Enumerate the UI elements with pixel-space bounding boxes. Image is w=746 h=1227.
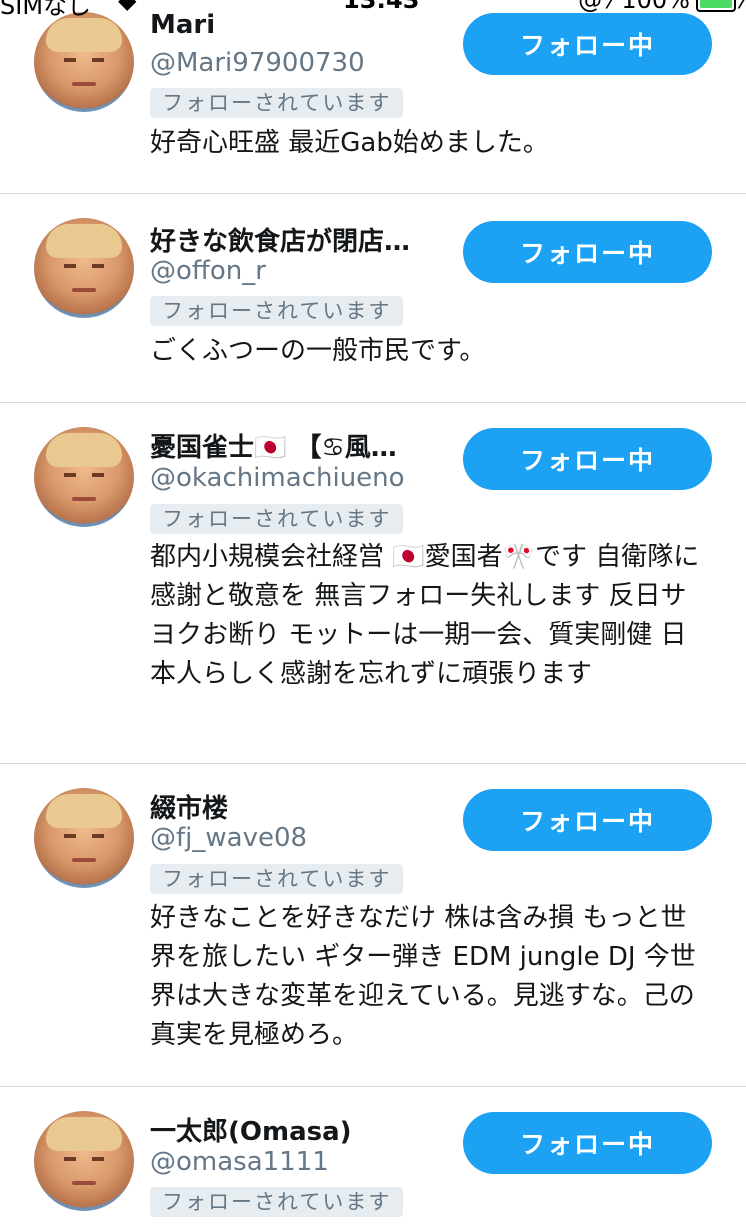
- following-button[interactable]: フォロー中: [463, 13, 712, 75]
- charging-icon: ⁄: [741, 0, 746, 14]
- avatar[interactable]: [34, 788, 134, 888]
- follows-you-badge: フォローされています: [150, 296, 404, 326]
- user-handle: @omasa1111: [150, 1147, 329, 1177]
- following-button[interactable]: フォロー中: [463, 221, 712, 283]
- status-right: @ ⁄ 100% ⁄: [578, 0, 746, 14]
- user-bio: 好奇心旺盛 最近Gab始めました。: [150, 128, 549, 158]
- clock: 13:43: [343, 0, 420, 14]
- user-bio: 都内小規模会社経営 🇯🇵愛国者🎌です 自衛隊に感謝と敬意を 無言フォロー失礼しま…: [150, 542, 700, 689]
- user-handle: @okachimachiueno: [150, 463, 405, 493]
- user-handle: @Mari97900730: [150, 48, 365, 78]
- carrier-label: SIMなし: [0, 0, 92, 20]
- avatar[interactable]: [34, 1111, 134, 1211]
- user-handle: @fj_wave08: [150, 823, 308, 853]
- follows-you-badge: フォローされています: [150, 504, 404, 534]
- user-row[interactable]: 憂国雀士🇯🇵 【♋風… @okachimachiueno フォローされています …: [0, 403, 746, 764]
- user-name: Mari: [150, 10, 216, 40]
- battery-icon: [695, 0, 736, 12]
- user-name: 憂国雀士🇯🇵 【♋風…: [150, 433, 397, 463]
- user-row[interactable]: Mari @Mari97900730 フォローされています 好奇心旺盛 最近Ga…: [0, 0, 746, 194]
- user-row[interactable]: 一太郎(Omasa) @omasa1111 フォローされています フォロー中: [0, 1087, 746, 1227]
- user-row[interactable]: 綴市楼 @fj_wave08 フォローされています 好きなことを好きなだけ 株は…: [0, 764, 746, 1087]
- user-bio: ごくふつーの一般市民です。: [150, 336, 486, 366]
- wifi-icon: ◆: [118, 0, 137, 14]
- follows-you-badge: フォローされています: [150, 88, 404, 118]
- avatar[interactable]: [34, 12, 134, 112]
- avatar[interactable]: [34, 218, 134, 318]
- follows-you-badge: フォローされています: [150, 864, 404, 894]
- battery-percent: @ ⁄ 100%: [578, 0, 690, 14]
- following-button[interactable]: フォロー中: [463, 789, 712, 851]
- status-bar: SIMなし ◆ 13:43 @ ⁄ 100% ⁄: [0, 0, 746, 20]
- follows-you-badge: フォローされています: [150, 1187, 404, 1217]
- user-name: 好きな飲食店が閉店…: [150, 227, 411, 257]
- avatar[interactable]: [34, 427, 134, 527]
- user-name: 綴市楼: [150, 794, 229, 824]
- user-handle: @offon_r: [150, 256, 266, 286]
- following-button[interactable]: フォロー中: [463, 428, 712, 490]
- user-row[interactable]: 好きな飲食店が閉店… @offon_r フォローされています ごくふつーの一般市…: [0, 194, 746, 403]
- following-button[interactable]: フォロー中: [463, 1112, 712, 1174]
- user-name: 一太郎(Omasa): [150, 1117, 352, 1147]
- user-bio: 好きなことを好きなだけ 株は含み損 もっと世界を旅したい ギター弾き EDM j…: [150, 903, 696, 1050]
